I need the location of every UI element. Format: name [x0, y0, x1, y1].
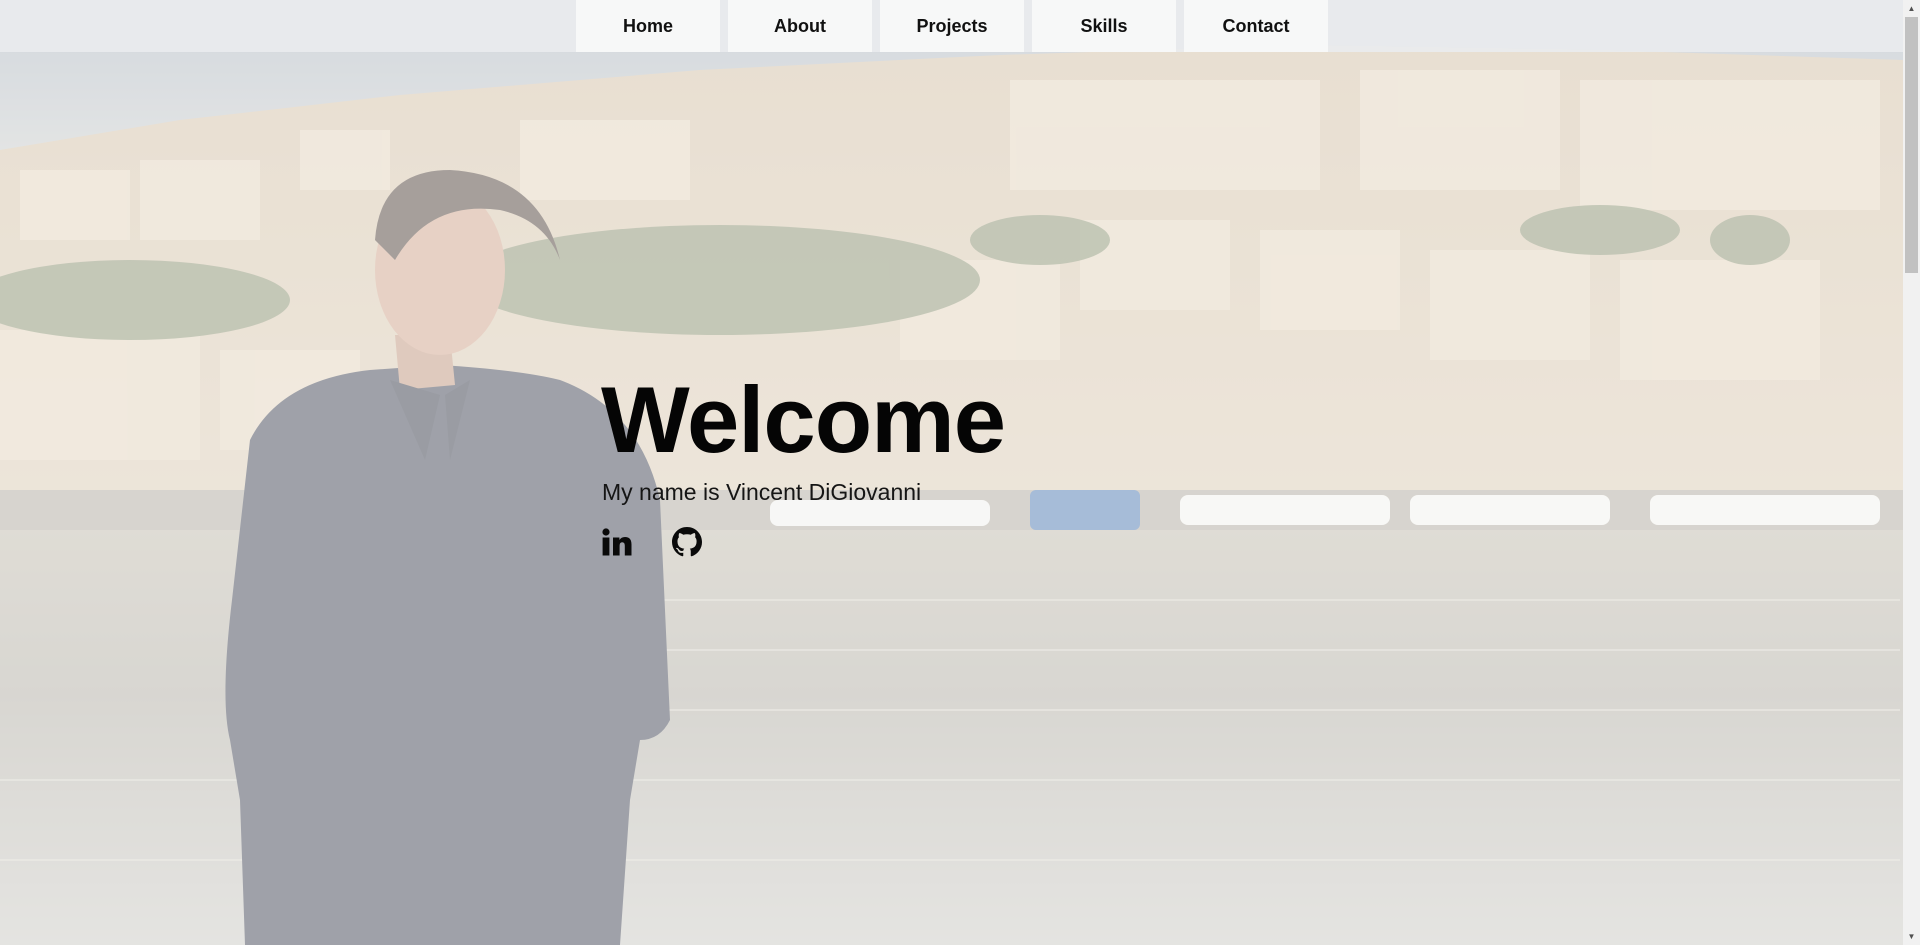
vertical-scrollbar[interactable]: ▲ ▼: [1903, 0, 1920, 945]
top-navigation: Home About Projects Skills Contact: [0, 0, 1903, 52]
github-icon: [672, 527, 702, 557]
hero-section: Welcome My name is Vincent DiGiovanni: [601, 365, 1006, 558]
github-link[interactable]: [671, 526, 703, 558]
nav-item-projects[interactable]: Projects: [880, 0, 1024, 52]
nav-item-skills[interactable]: Skills: [1032, 0, 1176, 52]
scroll-down-arrow-icon[interactable]: ▼: [1903, 928, 1920, 945]
scroll-thumb[interactable]: [1905, 17, 1918, 273]
scroll-up-arrow-icon[interactable]: ▲: [1903, 0, 1920, 17]
hero-title: Welcome: [601, 367, 1006, 472]
nav-item-about[interactable]: About: [728, 0, 872, 52]
hero-subtitle: My name is Vincent DiGiovanni: [602, 479, 922, 505]
page: Home About Projects Skills Contact Welco…: [0, 0, 1920, 945]
linkedin-icon: [602, 528, 632, 556]
nav-item-contact[interactable]: Contact: [1184, 0, 1328, 52]
social-links: [601, 526, 1005, 558]
linkedin-link[interactable]: [601, 526, 633, 558]
nav-list: Home About Projects Skills Contact: [576, 0, 1328, 52]
nav-item-home[interactable]: Home: [576, 0, 720, 52]
